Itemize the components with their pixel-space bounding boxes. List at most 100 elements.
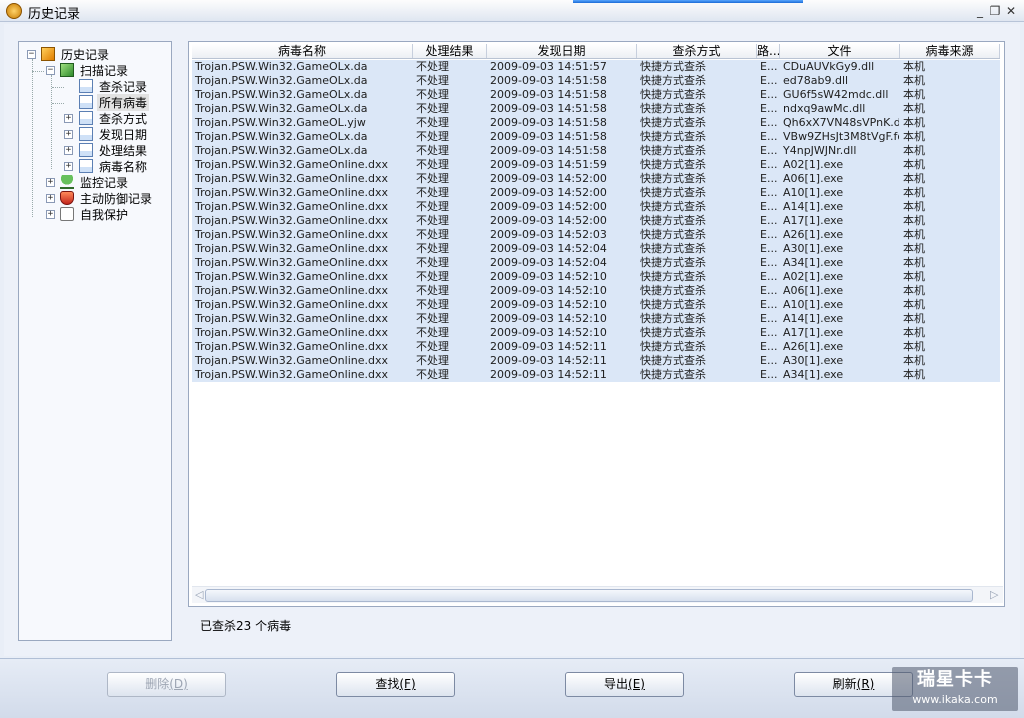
cell-result: 不处理	[413, 270, 487, 284]
scroll-right-arrow-icon[interactable]: ▷	[990, 588, 998, 601]
cell-path: E...	[757, 340, 780, 354]
tree-node-monitor-records[interactable]: 监控记录	[60, 174, 130, 190]
table-row[interactable]: Trojan.PSW.Win32.GameOnline.dxx 不处理 2009-0…	[192, 256, 1000, 270]
tree-node-found-date[interactable]: 发现日期	[79, 126, 149, 142]
collapse-root-toggle[interactable]: −	[27, 50, 36, 59]
table-row[interactable]: Trojan.PSW.Win32.GameOnline.dxx 不处理 2009-0…	[192, 340, 1000, 354]
table-row[interactable]: Trojan.PSW.Win32.GameOnline.dxx 不处理 2009-0…	[192, 200, 1000, 214]
expand-toggle[interactable]: +	[46, 194, 55, 203]
tree-node-kill-method[interactable]: 查杀方式	[79, 110, 149, 126]
cell-method: 快捷方式查杀	[637, 256, 757, 270]
close-button[interactable]: ✕	[1003, 3, 1019, 19]
table-row[interactable]: Trojan.PSW.Win32.GameOL.yjw 不处理 2009-09-03…	[192, 116, 1000, 130]
tree-connector	[52, 103, 64, 104]
cell-file: GU6f5sW42mdc.dll	[780, 88, 900, 102]
tree-node-history[interactable]: 历史记录	[41, 46, 111, 62]
history-tree[interactable]: − 历史记录 − 扫描记录 查杀记录 所有病毒 + 查杀方式 + 发现日期 + …	[18, 41, 172, 641]
export-button[interactable]: 导出(E)	[565, 672, 684, 697]
tree-node-result[interactable]: 处理结果	[79, 142, 149, 158]
cell-result: 不处理	[413, 116, 487, 130]
button-label: 查找	[375, 677, 400, 691]
scrollbar-thumb[interactable]	[205, 589, 973, 602]
tree-node-virus-name[interactable]: 病毒名称	[79, 158, 149, 174]
cell-date: 2009-09-03 14:52:00	[487, 172, 637, 186]
cell-virus-name: Trojan.PSW.Win32.GameOnline.dxx	[192, 242, 413, 256]
scan-icon	[60, 63, 74, 77]
cell-source: 本机	[900, 144, 1000, 158]
table-row[interactable]: Trojan.PSW.Win32.GameOLx.da 不处理 2009-09-03…	[192, 74, 1000, 88]
table-row[interactable]: Trojan.PSW.Win32.GameOnline.dxx 不处理 2009-0…	[192, 354, 1000, 368]
cell-file: Qh6xX7VN48sVPnK.dll	[780, 116, 900, 130]
cell-method: 快捷方式查杀	[637, 102, 757, 116]
cell-source: 本机	[900, 312, 1000, 326]
umbrella-icon	[60, 175, 74, 189]
column-header-path[interactable]: 路...	[757, 44, 780, 58]
scroll-left-arrow-icon[interactable]: ◁	[195, 588, 203, 601]
table-row[interactable]: Trojan.PSW.Win32.GameOLx.da 不处理 2009-09-03…	[192, 102, 1000, 116]
cell-virus-name: Trojan.PSW.Win32.GameOnline.dxx	[192, 214, 413, 228]
document-icon	[79, 79, 93, 93]
table-row[interactable]: Trojan.PSW.Win32.GameOnline.dxx 不处理 2009-0…	[192, 158, 1000, 172]
cell-date: 2009-09-03 14:52:10	[487, 298, 637, 312]
column-header-date[interactable]: 发现日期	[487, 44, 637, 58]
column-header-result[interactable]: 处理结果	[413, 44, 487, 58]
column-header-virus-name[interactable]: 病毒名称	[192, 44, 413, 58]
expand-toggle[interactable]: +	[64, 114, 73, 123]
find-button[interactable]: 查找(F)	[336, 672, 455, 697]
cell-virus-name: Trojan.PSW.Win32.GameOLx.da	[192, 102, 413, 116]
cell-method: 快捷方式查杀	[637, 200, 757, 214]
cell-virus-name: Trojan.PSW.Win32.GameOLx.da	[192, 144, 413, 158]
cell-date: 2009-09-03 14:51:58	[487, 144, 637, 158]
table-row[interactable]: Trojan.PSW.Win32.GameOnline.dxx 不处理 2009-0…	[192, 326, 1000, 340]
cell-source: 本机	[900, 368, 1000, 382]
tree-node-all-viruses[interactable]: 所有病毒	[79, 93, 150, 111]
cell-method: 快捷方式查杀	[637, 326, 757, 340]
expand-toggle[interactable]: +	[64, 130, 73, 139]
shield-icon	[60, 191, 74, 205]
table-row[interactable]: Trojan.PSW.Win32.GameOLx.da 不处理 2009-09-03…	[192, 144, 1000, 158]
restore-button[interactable]: ❐	[987, 3, 1003, 19]
cell-result: 不处理	[413, 368, 487, 382]
table-row[interactable]: Trojan.PSW.Win32.GameOnline.dxx 不处理 2009-0…	[192, 214, 1000, 228]
table-row[interactable]: Trojan.PSW.Win32.GameOnline.dxx 不处理 2009-0…	[192, 186, 1000, 200]
delete-button[interactable]: 删除(D)	[107, 672, 226, 697]
cell-path: E...	[757, 354, 780, 368]
table-row[interactable]: Trojan.PSW.Win32.GameOnline.dxx 不处理 2009-0…	[192, 284, 1000, 298]
cell-method: 快捷方式查杀	[637, 186, 757, 200]
virus-list[interactable]: 病毒名称 处理结果 发现日期 查杀方式 路... 文件 病毒来源 Trojan.…	[188, 41, 1005, 607]
horizontal-scrollbar[interactable]: ◁ ▷	[192, 586, 1003, 603]
table-row[interactable]: Trojan.PSW.Win32.GameOnline.dxx 不处理 2009-0…	[192, 172, 1000, 186]
table-row[interactable]: Trojan.PSW.Win32.GameOnline.dxx 不处理 2009-0…	[192, 270, 1000, 284]
cell-source: 本机	[900, 214, 1000, 228]
table-row[interactable]: Trojan.PSW.Win32.GameOLx.da 不处理 2009-09-03…	[192, 60, 1000, 74]
collapse-scan-toggle[interactable]: −	[46, 66, 55, 75]
table-row[interactable]: Trojan.PSW.Win32.GameOnline.dxx 不处理 2009-0…	[192, 368, 1000, 382]
tree-node-scan-records[interactable]: 扫描记录	[60, 62, 130, 78]
column-header-source[interactable]: 病毒来源	[900, 44, 1000, 58]
table-row[interactable]: Trojan.PSW.Win32.GameOLx.da 不处理 2009-09-03…	[192, 88, 1000, 102]
cell-virus-name: Trojan.PSW.Win32.GameOnline.dxx	[192, 326, 413, 340]
expand-toggle[interactable]: +	[46, 178, 55, 187]
tree-node-kill-records[interactable]: 查杀记录	[79, 78, 149, 94]
expand-toggle[interactable]: +	[46, 210, 55, 219]
table-row[interactable]: Trojan.PSW.Win32.GameOLx.da 不处理 2009-09-03…	[192, 130, 1000, 144]
tree-node-active-defense[interactable]: 主动防御记录	[60, 190, 154, 206]
table-row[interactable]: Trojan.PSW.Win32.GameOnline.dxx 不处理 2009-0…	[192, 242, 1000, 256]
cell-source: 本机	[900, 88, 1000, 102]
expand-toggle[interactable]: +	[64, 146, 73, 155]
cell-source: 本机	[900, 60, 1000, 74]
button-label: 删除	[145, 677, 170, 691]
cell-source: 本机	[900, 242, 1000, 256]
column-header-method[interactable]: 查杀方式	[637, 44, 757, 58]
cell-path: E...	[757, 60, 780, 74]
expand-toggle[interactable]: +	[64, 162, 73, 171]
table-row[interactable]: Trojan.PSW.Win32.GameOnline.dxx 不处理 2009-0…	[192, 228, 1000, 242]
column-header-file[interactable]: 文件	[780, 44, 900, 58]
minimize-button[interactable]: _	[972, 3, 988, 19]
tree-node-self-protect[interactable]: 自我保护	[60, 206, 130, 222]
table-row[interactable]: Trojan.PSW.Win32.GameOnline.dxx 不处理 2009-0…	[192, 298, 1000, 312]
table-row[interactable]: Trojan.PSW.Win32.GameOnline.dxx 不处理 2009-0…	[192, 312, 1000, 326]
cell-date: 2009-09-03 14:52:10	[487, 270, 637, 284]
rising-lion-icon	[6, 3, 22, 19]
cell-source: 本机	[900, 200, 1000, 214]
